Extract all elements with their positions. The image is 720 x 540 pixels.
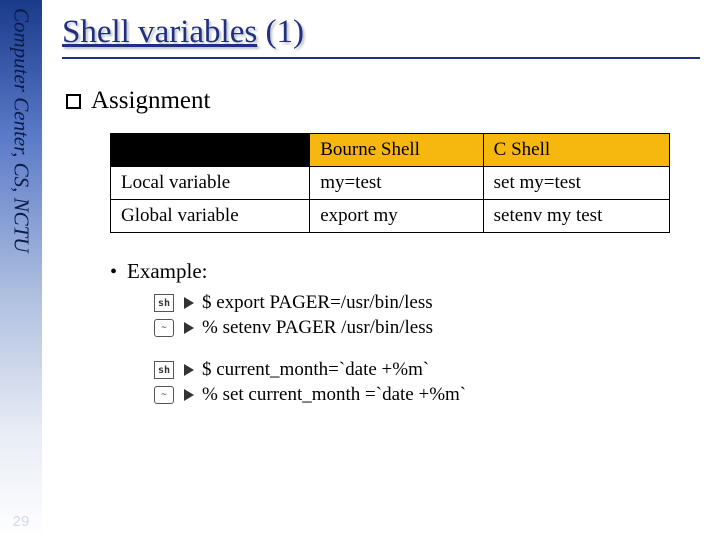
col-bourne-header: Bourne Shell bbox=[310, 134, 483, 167]
example-row-sh: sh $ export PAGER=/usr/bin/less bbox=[154, 292, 700, 314]
table-corner-cell bbox=[111, 134, 310, 167]
title-main: Shell variables bbox=[62, 14, 257, 50]
section-assignment: Assignment bbox=[62, 87, 700, 115]
example-command: % setenv PAGER /usr/bin/less bbox=[202, 317, 433, 339]
title-divider bbox=[62, 57, 700, 59]
example-label: Example: bbox=[127, 259, 207, 283]
cell-csh: set my=test bbox=[483, 167, 669, 200]
example-row-csh: ~ % set current_month =`date +%m` bbox=[154, 384, 700, 406]
slide-title: Shell variables (1) bbox=[62, 14, 700, 51]
example-row-csh: ~ % setenv PAGER /usr/bin/less bbox=[154, 317, 700, 339]
table-header-row: Bourne Shell C Shell bbox=[111, 134, 670, 167]
col-csh-header: C Shell bbox=[483, 134, 669, 167]
example-group-1: sh $ export PAGER=/usr/bin/less ~ % sete… bbox=[62, 292, 700, 339]
csh-icon: ~ bbox=[154, 319, 174, 337]
row-label: Local variable bbox=[111, 167, 310, 200]
hollow-square-bullet-icon bbox=[66, 94, 81, 109]
title-suffix: (1) bbox=[265, 14, 303, 50]
table-row: Global variable export my setenv my test bbox=[111, 200, 670, 233]
triangle-bullet-icon bbox=[184, 364, 194, 376]
example-group-2: sh $ current_month=`date +%m` ~ % set cu… bbox=[62, 359, 700, 406]
example-heading: • Example: bbox=[110, 259, 700, 284]
cell-bourne: my=test bbox=[310, 167, 483, 200]
example-command: % set current_month =`date +%m` bbox=[202, 384, 466, 406]
table-row: Local variable my=test set my=test bbox=[111, 167, 670, 200]
example-command: $ export PAGER=/usr/bin/less bbox=[202, 292, 433, 314]
triangle-bullet-icon bbox=[184, 297, 194, 309]
triangle-bullet-icon bbox=[184, 389, 194, 401]
cell-bourne: export my bbox=[310, 200, 483, 233]
shell-variable-table: Bourne Shell C Shell Local variable my=t… bbox=[110, 133, 670, 233]
page-number: 29 bbox=[0, 513, 42, 530]
csh-icon: ~ bbox=[154, 386, 174, 404]
triangle-bullet-icon bbox=[184, 322, 194, 334]
slide-content: Shell variables (1) Assignment Bourne Sh… bbox=[62, 14, 700, 426]
section-heading-text: Assignment bbox=[91, 87, 210, 114]
example-row-sh: sh $ current_month=`date +%m` bbox=[154, 359, 700, 381]
example-command: $ current_month=`date +%m` bbox=[202, 359, 429, 381]
cell-csh: setenv my test bbox=[483, 200, 669, 233]
sidebar: Computer Center, CS, NCTU 29 bbox=[0, 0, 42, 540]
sh-icon: sh bbox=[154, 361, 174, 379]
row-label: Global variable bbox=[111, 200, 310, 233]
sidebar-org-label: Computer Center, CS, NCTU bbox=[9, 0, 34, 252]
sh-icon: sh bbox=[154, 294, 174, 312]
bullet-dot-icon: • bbox=[110, 261, 117, 283]
